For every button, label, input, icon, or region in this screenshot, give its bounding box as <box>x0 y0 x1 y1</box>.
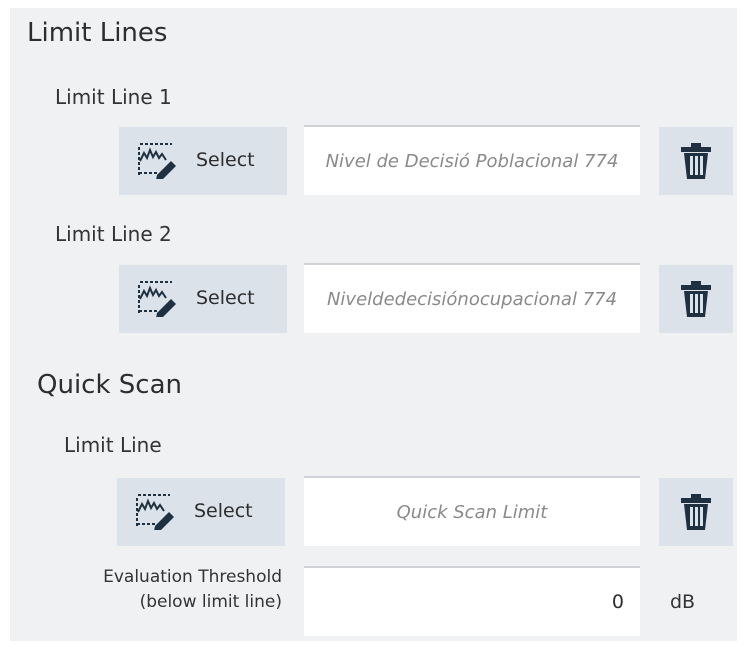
trash-icon <box>681 494 711 530</box>
quick-scan-heading: Quick Scan <box>37 370 182 400</box>
limit-line-edit-icon <box>138 143 176 179</box>
limit-line-edit-icon <box>136 494 174 530</box>
limit-line-edit-icon <box>138 281 176 317</box>
evaluation-threshold-label: Evaluation Threshold (below limit line) <box>20 565 282 615</box>
evaluation-threshold-label-line1: Evaluation Threshold <box>103 567 282 587</box>
select-button-label: Select <box>194 500 253 522</box>
quick-scan-limit-line-label: Limit Line <box>64 433 162 457</box>
limit-line-1-label: Limit Line 1 <box>55 85 172 109</box>
limit-line-1-field[interactable]: Nivel de Decisió Poblacional 774 <box>304 125 640 195</box>
evaluation-threshold-input[interactable]: 0 <box>304 566 640 636</box>
select-button-label: Select <box>196 287 255 309</box>
limit-line-2-label: Limit Line 2 <box>55 222 172 246</box>
limit-line-2-field[interactable]: Niveldedecisiónocupacional 774 <box>304 263 640 333</box>
quick-scan-delete-button[interactable] <box>659 478 733 546</box>
limit-line-1-select-button[interactable]: Select <box>119 127 287 195</box>
evaluation-threshold-label-line2: (below limit line) <box>139 592 282 612</box>
select-button-label: Select <box>196 149 255 171</box>
quick-scan-select-button[interactable]: Select <box>117 478 285 546</box>
quick-scan-limit-field[interactable]: Quick Scan Limit <box>304 476 640 546</box>
trash-icon <box>681 281 711 317</box>
limit-line-2-delete-button[interactable] <box>659 265 733 333</box>
threshold-unit: dB <box>670 591 696 613</box>
limit-line-1-delete-button[interactable] <box>659 127 733 195</box>
trash-icon <box>681 143 711 179</box>
limit-lines-heading: Limit Lines <box>27 18 168 48</box>
limit-line-2-select-button[interactable]: Select <box>119 265 287 333</box>
